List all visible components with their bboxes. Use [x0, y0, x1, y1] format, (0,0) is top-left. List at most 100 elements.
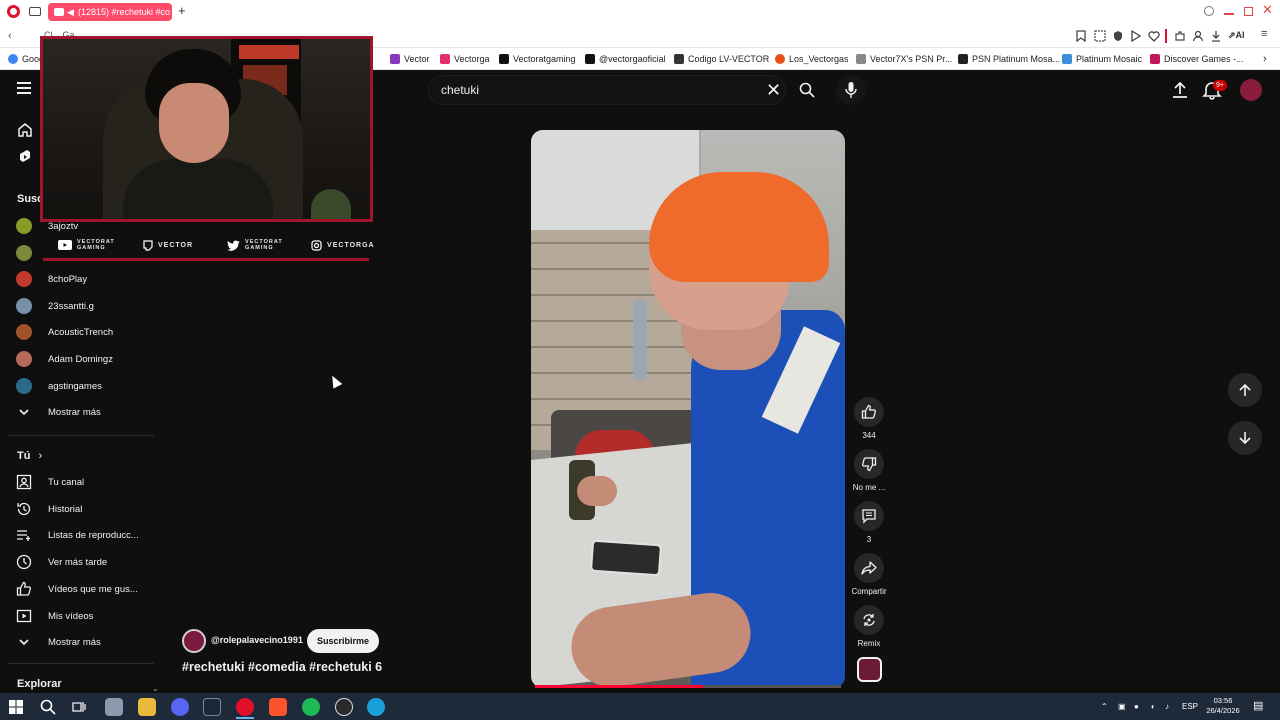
bookmark-item[interactable]: Los_Vectorgas	[775, 52, 849, 66]
tray-chevron-icon[interactable]: ⌃	[1101, 702, 1108, 711]
opera-logo-icon[interactable]	[7, 5, 20, 18]
file-explorer-icon[interactable]	[138, 698, 156, 716]
tray-mic-icon[interactable]: ●	[1134, 702, 1139, 711]
profile-icon[interactable]	[1192, 30, 1204, 42]
subscription-item[interactable]: Adam Domingz	[16, 348, 113, 370]
new-tab-button[interactable]: +	[178, 3, 186, 19]
subscription-item[interactable]: AcousticTrench	[16, 321, 113, 343]
bookmark-item[interactable]: @vectorgaoficial	[585, 52, 666, 66]
discord-icon[interactable]	[171, 698, 189, 716]
tray-language[interactable]: ESP	[1182, 702, 1198, 711]
bookmark-item[interactable]: Vectorga	[440, 52, 490, 66]
notification-center-icon[interactable]: ▤	[1253, 699, 1263, 712]
video-progress-bar[interactable]	[535, 685, 841, 688]
search-input[interactable]: chetuki	[428, 75, 786, 105]
subscribe-button[interactable]: Suscribirme	[307, 629, 379, 653]
thumbs-up-icon	[861, 404, 876, 419]
extensions-icon[interactable]	[1174, 30, 1186, 42]
vpn-shield-icon[interactable]	[1112, 30, 1124, 42]
sidebar-item-history[interactable]: Historial	[16, 498, 82, 520]
like-button[interactable]	[854, 397, 884, 427]
comments-button[interactable]	[854, 501, 884, 531]
spotify-icon[interactable]	[302, 698, 320, 716]
obs-icon[interactable]	[335, 698, 353, 716]
taskbar-clock[interactable]: 03:56 26/4/2026	[1200, 696, 1246, 716]
home-icon[interactable]	[17, 122, 33, 138]
upload-icon[interactable]	[1170, 80, 1190, 100]
bookmark-item[interactable]: Discover Games -...	[1150, 52, 1244, 66]
steam-icon[interactable]	[203, 698, 221, 716]
bookmark-item[interactable]: Goog	[8, 52, 44, 66]
channel-handle[interactable]: @rolepalavecino1991	[211, 635, 303, 645]
youtube-tab-icon	[54, 8, 64, 16]
channel-avatar[interactable]	[182, 629, 206, 653]
share-button[interactable]	[854, 553, 884, 583]
bookmark-item[interactable]: PSN Platinum Mosa...	[958, 52, 1060, 66]
search-icon[interactable]	[40, 699, 56, 715]
show-more-you[interactable]: Mostrar más	[16, 631, 101, 653]
sidebar-item-your-channel[interactable]: Tu canal	[16, 471, 84, 493]
windows-start-icon[interactable]	[9, 700, 23, 714]
bookmark-item[interactable]: Vector7X's PSN Pr...	[856, 52, 952, 66]
account-avatar[interactable]	[1240, 79, 1262, 101]
download-icon[interactable]	[1210, 30, 1222, 42]
remix-button[interactable]	[854, 605, 884, 635]
tray-volume-icon[interactable]: ◖	[1150, 702, 1155, 711]
bookmark-item[interactable]: Platinum Mosaic	[1062, 52, 1142, 66]
subscription-item[interactable]: 8choPlay	[16, 268, 87, 290]
remix-action[interactable]: Remix	[849, 605, 889, 648]
heart-icon[interactable]	[1148, 30, 1160, 42]
clock-time: 03:56	[1213, 696, 1233, 705]
active-tab[interactable]: ◀ (12815) #rechetuki #co	[48, 3, 172, 21]
tray-speaker-icon[interactable]: ♪	[1165, 702, 1169, 711]
thumbs-down-icon	[862, 457, 877, 472]
tray-app-icon[interactable]: ▣	[1118, 702, 1126, 711]
back-icon[interactable]: ‹	[8, 29, 12, 43]
sidebar-item-playlists[interactable]: Listas de reproducc...	[16, 524, 139, 546]
bookmark-item[interactable]: Vector	[390, 52, 430, 66]
short-video-player[interactable]	[531, 130, 845, 688]
previous-short-button[interactable]	[1228, 373, 1262, 407]
dislike-button[interactable]	[854, 449, 884, 479]
hamburger-menu-icon[interactable]	[17, 82, 31, 94]
clear-search-icon[interactable]: ✕	[766, 80, 781, 100]
sidebar-scroll-down-icon[interactable]: ⌄	[152, 684, 159, 693]
you-header[interactable]: Tú ›	[17, 450, 42, 462]
maximize-icon[interactable]	[1244, 7, 1253, 16]
next-short-button[interactable]	[1228, 421, 1262, 455]
shorts-icon[interactable]	[17, 149, 33, 165]
sidebar-item-watch-later[interactable]: Ver más tarde	[16, 551, 107, 573]
opera-icon[interactable]	[236, 698, 254, 716]
sidebar-item-my-videos[interactable]: Mis vídeos	[16, 605, 93, 627]
task-view-icon[interactable]	[72, 700, 86, 714]
chevron-down-icon	[19, 639, 29, 646]
subscription-item[interactable]: agstingames	[16, 375, 102, 397]
browser-menu-icon[interactable]: ≡	[1261, 28, 1267, 40]
speaker-icon[interactable]: ◀	[67, 3, 74, 21]
comments-action[interactable]: 3	[849, 501, 889, 544]
close-window-icon[interactable]: ✕	[1262, 2, 1273, 18]
minimize-icon[interactable]	[1224, 13, 1234, 15]
bookmark-item[interactable]: Codigo LV-VECTOR	[674, 52, 769, 66]
bookmark-icon[interactable]	[1076, 30, 1086, 42]
subscription-item[interactable]: 23ssantti.g	[16, 295, 94, 317]
like-action[interactable]: 344	[849, 397, 889, 440]
tab-manager-icon[interactable]	[29, 7, 41, 16]
dislike-action[interactable]: No me ...	[849, 449, 889, 492]
edge-icon[interactable]	[367, 698, 385, 716]
search-button[interactable]	[792, 75, 822, 105]
bookmark-item[interactable]: Vectoratgaming	[499, 52, 576, 66]
sidebar-item-liked-videos[interactable]: Vídeos que me gus...	[16, 578, 138, 600]
search-tabs-icon[interactable]	[1204, 6, 1214, 16]
more-bookmarks-icon[interactable]: ›	[1263, 52, 1267, 66]
sound-source-avatar[interactable]	[857, 657, 882, 682]
share-action[interactable]: Compartir	[849, 553, 889, 596]
voice-search-button[interactable]	[836, 75, 866, 105]
play-icon[interactable]	[1130, 30, 1141, 42]
aria-ai-button[interactable]: ⇗AI	[1228, 30, 1245, 41]
mouse-cursor	[327, 373, 343, 389]
screenshot-icon[interactable]	[1094, 30, 1106, 42]
show-more-subscriptions[interactable]: Mostrar más	[16, 401, 101, 423]
explorer-app-icon[interactable]	[105, 698, 123, 716]
brave-icon[interactable]	[269, 698, 287, 716]
